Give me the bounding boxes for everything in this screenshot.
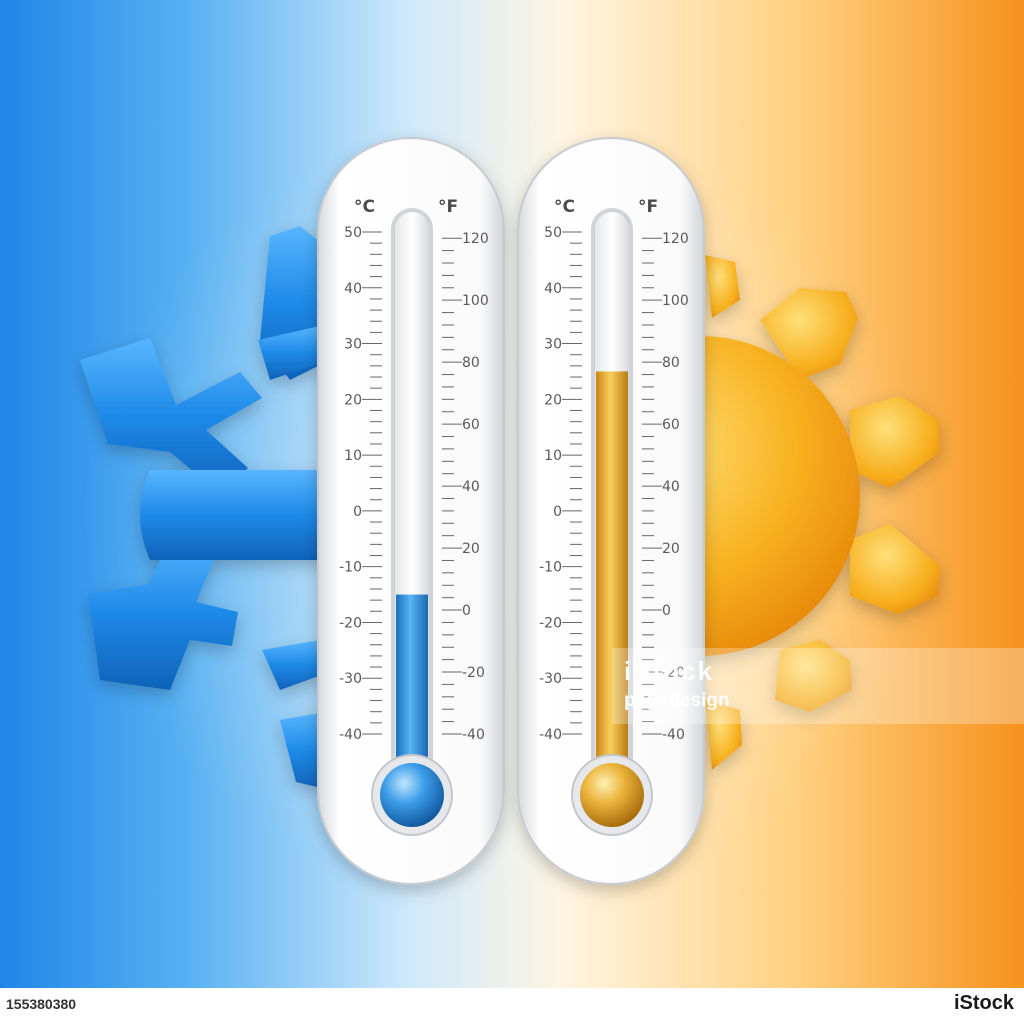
celsius-tick-label: -40 [539,727,562,743]
thermometer-liquid [596,371,628,796]
celsius-unit-label: °C [354,197,375,217]
scene: °C °F 50403020100-10-20-30-4012010080604… [80,137,940,885]
celsius-tick-label: -20 [539,615,562,631]
fahrenheit-tick-label: -40 [462,727,485,743]
watermark-credit: pagadesign [624,690,730,711]
celsius-tick-label: 50 [344,225,362,241]
fahrenheit-tick-label: -40 [662,727,685,743]
fahrenheit-tick-label: 40 [462,479,480,495]
celsius-tick-label: -20 [339,615,362,631]
fahrenheit-tick-label: 20 [662,541,680,557]
watermark-logo: iStock [624,656,715,686]
celsius-tick-label: 10 [344,448,362,464]
fahrenheit-unit-label: °F [638,197,658,217]
snowflake-icon [80,226,330,790]
fahrenheit-tick-label: 100 [462,293,489,309]
brand-logo: iStock [953,992,1014,1014]
thermometer-bulb [380,763,444,827]
fahrenheit-tick-label: 80 [462,355,480,371]
thermometer-bulb [580,763,644,827]
celsius-tick-label: -30 [339,671,362,687]
celsius-tick-label: 0 [353,504,362,520]
celsius-tick-label: 40 [344,281,362,297]
fahrenheit-tick-label: 60 [462,417,480,433]
celsius-tick-label: 20 [344,392,362,408]
cold-thermometer: °C °F 50403020100-10-20-30-4012010080604… [317,137,505,885]
fahrenheit-tick-label: -20 [462,665,485,681]
fahrenheit-tick-label: 20 [462,541,480,557]
image-id: 155380380 [6,996,77,1012]
footer-bar [0,988,1024,1024]
celsius-tick-label: 50 [544,225,562,241]
fahrenheit-unit-label: °F [438,197,458,217]
celsius-tick-label: -10 [539,560,562,576]
fahrenheit-tick-label: 40 [662,479,680,495]
hot-thermometer: °C °F 50403020100-10-20-30-4012010080604… [517,137,705,885]
fahrenheit-tick-label: 80 [662,355,680,371]
celsius-tick-label: 30 [544,337,562,353]
celsius-tick-label: 20 [544,392,562,408]
celsius-tick-label: -40 [339,727,362,743]
celsius-unit-label: °C [554,197,575,217]
celsius-tick-label: 30 [344,337,362,353]
celsius-tick-label: 0 [553,504,562,520]
celsius-tick-label: 10 [544,448,562,464]
fahrenheit-tick-label: 120 [462,231,489,247]
fahrenheit-tick-label: 60 [662,417,680,433]
watermark: iStock pagadesign [612,648,1024,724]
celsius-tick-label: -30 [539,671,562,687]
celsius-tick-label: 40 [544,281,562,297]
fahrenheit-tick-label: 0 [462,603,471,619]
fahrenheit-tick-label: 120 [662,231,689,247]
fahrenheit-tick-label: 0 [662,603,671,619]
celsius-tick-label: -10 [339,560,362,576]
fahrenheit-tick-label: 100 [662,293,689,309]
